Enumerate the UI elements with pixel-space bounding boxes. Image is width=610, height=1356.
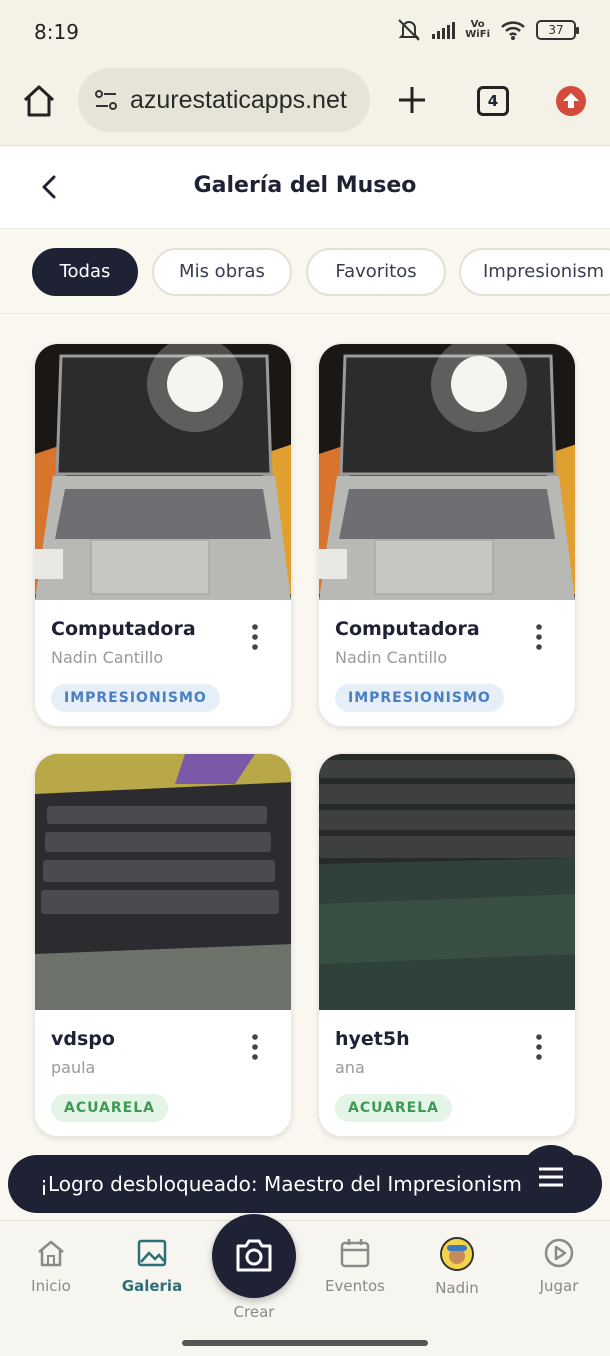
artwork-card[interactable]: Computadora Nadin Cantillo IMPRESIONISMO	[34, 343, 292, 727]
nav-label: Galeria	[121, 1277, 183, 1295]
app-header: Galería del Museo	[0, 147, 610, 229]
create-button[interactable]	[212, 1214, 296, 1298]
tab-switcher-button[interactable]: 4	[477, 86, 509, 116]
vowifi-label: Vo WiFi	[465, 20, 490, 40]
achievement-toast[interactable]: ¡Logro desbloqueado: Maestro del Impresi…	[8, 1155, 602, 1213]
nav-label: Inicio	[31, 1277, 71, 1295]
browser-toolbar: azurestaticapps.net 4	[0, 62, 610, 146]
wifi-icon	[501, 21, 525, 40]
nav-jugar[interactable]: Jugar	[514, 1237, 604, 1295]
hamburger-icon	[539, 1167, 563, 1187]
artwork-image	[319, 344, 575, 600]
url-text: azurestaticapps.net	[130, 85, 347, 114]
battery-icon: 37	[536, 20, 579, 40]
artwork-title: vdspo	[51, 1028, 115, 1050]
nav-profile[interactable]: Nadin	[412, 1237, 502, 1297]
avatar	[440, 1237, 474, 1271]
nav-label: Eventos	[325, 1277, 385, 1295]
filter-chip-mis-obras[interactable]: Mis obras	[152, 248, 292, 296]
style-tag: ACUARELA	[335, 1094, 452, 1122]
new-tab-icon[interactable]	[396, 84, 428, 116]
artwork-card[interactable]: hyet5h ana ACUARELA	[318, 753, 576, 1137]
more-options-icon[interactable]	[531, 1032, 547, 1062]
mute-icon	[398, 19, 420, 41]
more-options-icon[interactable]	[247, 1032, 263, 1062]
artwork-title: hyet5h	[335, 1028, 410, 1050]
nav-label: Jugar	[539, 1277, 579, 1295]
play-icon	[544, 1238, 574, 1268]
toast-message: ¡Logro desbloqueado: Maestro del Impresi…	[40, 1172, 528, 1196]
home-indicator[interactable]	[182, 1340, 428, 1346]
nav-eventos[interactable]: Eventos	[310, 1237, 400, 1295]
status-time: 8:19	[34, 20, 79, 44]
nav-label: Nadin	[435, 1279, 479, 1297]
menu-button[interactable]	[520, 1145, 582, 1209]
nav-inicio[interactable]: Inicio	[6, 1237, 96, 1295]
status-bar: 8:19 Vo WiFi 37	[0, 0, 610, 62]
arrow-up-icon	[563, 93, 579, 108]
create-label: Crear	[233, 1303, 275, 1321]
bottom-navigation: Inicio Galeria Eventos Nadin Jugar	[0, 1220, 610, 1356]
filter-chip-impresionismo[interactable]: Impresionism	[459, 248, 610, 296]
camera-icon	[236, 1239, 272, 1272]
artwork-image	[35, 754, 291, 1010]
site-settings-icon[interactable]	[92, 86, 120, 114]
nav-galeria[interactable]: Galeria	[107, 1237, 197, 1295]
artwork-author: Nadin Cantillo	[51, 648, 164, 667]
filter-bar: Todas Mis obras Favoritos Impresionism	[0, 230, 610, 314]
home-icon	[38, 1240, 64, 1267]
page-title: Galería del Museo	[193, 173, 417, 198]
update-icon[interactable]	[556, 86, 586, 116]
artwork-card[interactable]: Computadora Nadin Cantillo IMPRESIONISMO	[318, 343, 576, 727]
artwork-card[interactable]: vdspo paula ACUARELA	[34, 753, 292, 1137]
calendar-icon	[340, 1239, 370, 1268]
filter-chip-todas[interactable]: Todas	[32, 248, 138, 296]
more-options-icon[interactable]	[531, 622, 547, 652]
style-tag: IMPRESIONISMO	[51, 684, 220, 712]
artwork-author: Nadin Cantillo	[335, 648, 448, 667]
more-options-icon[interactable]	[247, 622, 263, 652]
artwork-title: Computadora	[335, 618, 480, 640]
vowifi-bottom: WiFi	[465, 29, 490, 40]
style-tag: IMPRESIONISMO	[335, 684, 504, 712]
avatar-face-icon	[442, 1239, 472, 1269]
style-tag: ACUARELA	[51, 1094, 168, 1122]
signal-icon	[432, 21, 456, 39]
artwork-author: paula	[51, 1058, 96, 1077]
filter-chip-favoritos[interactable]: Favoritos	[306, 248, 446, 296]
status-icons: Vo WiFi 37	[396, 18, 579, 42]
artwork-image	[35, 344, 291, 600]
home-icon[interactable]	[20, 82, 58, 120]
artwork-title: Computadora	[51, 618, 196, 640]
image-icon	[137, 1239, 167, 1267]
artwork-image	[319, 754, 575, 1010]
address-bar[interactable]: azurestaticapps.net	[78, 68, 370, 132]
artwork-author: ana	[335, 1058, 365, 1077]
